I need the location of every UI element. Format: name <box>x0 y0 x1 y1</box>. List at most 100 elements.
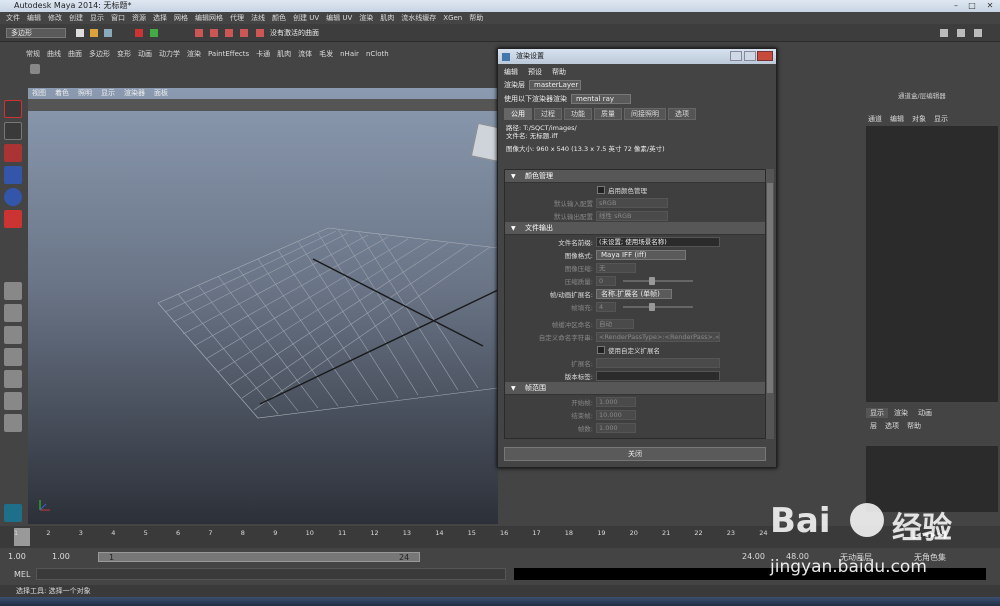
close-window-button[interactable]: ✕ <box>982 0 998 11</box>
menu-edit-mesh[interactable]: 编辑网格 <box>195 12 223 24</box>
settings-scroll-area[interactable]: 颜色管理 启用颜色管理 默认输入配置 sRGB 默认输出配置 线性 sRGB 文… <box>504 169 766 439</box>
range-bar[interactable]: 1 24 <box>98 552 420 562</box>
menu-assets[interactable]: 资源 <box>132 12 146 24</box>
layer-tab-render[interactable]: 渲染 <box>890 408 912 418</box>
layer-menu-help[interactable]: 帮助 <box>907 421 921 431</box>
sidebar-toggle-icon[interactable] <box>940 29 948 37</box>
channel-menu-show[interactable]: 显示 <box>934 114 948 124</box>
persp-outliner-layout-icon[interactable] <box>4 326 22 344</box>
menuset-dropdown[interactable]: 多边形 <box>6 28 66 38</box>
dialog-close-icon[interactable] <box>757 51 773 61</box>
scale-tool-icon[interactable] <box>4 210 22 228</box>
select-object-icon[interactable] <box>150 29 158 37</box>
tab-passes[interactable]: 过程 <box>534 108 562 120</box>
rotate-tool-icon[interactable] <box>4 188 22 206</box>
use-custom-ext-checkbox[interactable] <box>597 345 605 354</box>
dialog-menu-edit[interactable]: 编辑 <box>504 67 518 76</box>
tab-features[interactable]: 功能 <box>564 108 592 120</box>
shelf-tab-curves[interactable]: 曲线 <box>47 48 61 61</box>
channel-menu-object[interactable]: 对象 <box>912 114 926 124</box>
persp-graph-layout-icon[interactable] <box>4 348 22 366</box>
section-file-output[interactable]: 文件输出 <box>505 222 765 235</box>
frame-ext-dropdown[interactable]: 名称.扩展名 (单帧) <box>596 288 672 299</box>
shelf-tab-muscle[interactable]: 肌肉 <box>277 48 291 61</box>
scrollbar-thumb[interactable] <box>767 183 773 393</box>
shelf-tab-toon[interactable]: 卡通 <box>256 48 270 61</box>
shelf-tab-polygons[interactable]: 多边形 <box>89 48 110 61</box>
shelf-tab-ncloth[interactable]: nCloth <box>366 48 389 61</box>
shelf-tab-general[interactable]: 常规 <box>26 48 40 61</box>
tool-settings-icon[interactable] <box>974 29 982 37</box>
menu-help[interactable]: 帮助 <box>469 12 483 24</box>
layer-tab-anim[interactable]: 动画 <box>914 408 936 418</box>
select-tool-icon[interactable] <box>4 100 22 118</box>
close-button[interactable]: 关闭 <box>504 447 766 461</box>
maximize-button[interactable]: □ <box>964 0 980 11</box>
snap-curve-icon[interactable] <box>210 29 218 37</box>
range-start-field[interactable]: 1.00 <box>8 552 26 561</box>
paint-select-tool-icon[interactable] <box>4 144 22 162</box>
section-frame-range[interactable]: 帧范围 <box>505 382 765 395</box>
tab-quality[interactable]: 质量 <box>594 108 622 120</box>
menu-render[interactable]: 渲染 <box>359 12 373 24</box>
tab-common[interactable]: 公用 <box>504 108 532 120</box>
move-tool-icon[interactable] <box>4 166 22 184</box>
single-view-layout-icon[interactable] <box>4 282 22 300</box>
menu-create[interactable]: 创建 <box>69 12 83 24</box>
shelf-tab-fluids[interactable]: 流体 <box>298 48 312 61</box>
minimize-button[interactable]: – <box>948 0 964 11</box>
channel-box-area[interactable] <box>866 126 998 402</box>
menu-mesh[interactable]: 网格 <box>174 12 188 24</box>
four-view-layout-icon[interactable] <box>4 304 22 322</box>
image-format-dropdown[interactable]: Maya IFF (iff) <box>596 249 686 260</box>
dialog-menu-help[interactable]: 帮助 <box>552 67 566 76</box>
custom-layout-icon[interactable] <box>4 414 22 432</box>
dialog-menu-presets[interactable]: 预设 <box>528 67 542 76</box>
dialog-maximize-button[interactable] <box>744 51 756 61</box>
version-label-input[interactable] <box>596 370 720 381</box>
attribute-editor-icon[interactable] <box>957 29 965 37</box>
channel-menu-channels[interactable]: 通道 <box>868 114 882 124</box>
settings-scrollbar[interactable] <box>766 169 774 439</box>
shelf-tab-rendering[interactable]: 渲染 <box>187 48 201 61</box>
menu-file[interactable]: 文件 <box>6 12 20 24</box>
menu-proxy[interactable]: 代理 <box>230 12 244 24</box>
render-layer-dropdown[interactable]: masterLayer <box>529 80 581 90</box>
snap-point-icon[interactable] <box>225 29 233 37</box>
menu-select[interactable]: 选择 <box>153 12 167 24</box>
menu-muscle[interactable]: 肌肉 <box>380 12 394 24</box>
snap-grid-icon[interactable] <box>195 29 203 37</box>
open-scene-icon[interactable] <box>90 29 98 37</box>
channel-menu-edit[interactable]: 编辑 <box>890 114 904 124</box>
renderer-dropdown[interactable]: mental ray <box>571 94 631 104</box>
shelf-tab-deformation[interactable]: 变形 <box>117 48 131 61</box>
menu-edit-uv[interactable]: 编辑 UV <box>326 12 352 24</box>
layer-menu-options[interactable]: 选项 <box>885 421 899 431</box>
menu-modify[interactable]: 修改 <box>48 12 62 24</box>
persp-hypershade-layout-icon[interactable] <box>4 370 22 388</box>
perspective-viewport[interactable]: 视图 着色 照明 显示 渲染器 面板 <box>28 88 498 524</box>
layer-menu-layers[interactable]: 层 <box>870 421 877 431</box>
dialog-minimize-button[interactable] <box>730 51 742 61</box>
new-scene-icon[interactable] <box>76 29 84 37</box>
tab-options[interactable]: 选项 <box>668 108 696 120</box>
menu-color[interactable]: 颜色 <box>272 12 286 24</box>
playback-start-field[interactable]: 1.00 <box>52 552 70 561</box>
tab-indirect-lighting[interactable]: 间接照明 <box>624 108 666 120</box>
menu-pipeline-cache[interactable]: 流水线缓存 <box>401 12 436 24</box>
layer-tab-display[interactable]: 显示 <box>866 408 888 418</box>
section-color-management[interactable]: 颜色管理 <box>505 170 765 183</box>
shelf-tab-paint-effects[interactable]: PaintEffects <box>208 48 249 61</box>
menu-edit[interactable]: 编辑 <box>27 12 41 24</box>
mel-input[interactable] <box>36 568 506 580</box>
file-prefix-input[interactable]: (未设置; 使用场景名称) <box>596 236 720 247</box>
playback-end-field[interactable]: 24.00 <box>742 552 765 561</box>
snap-view-icon[interactable] <box>240 29 248 37</box>
shelf-tab-dynamics[interactable]: 动力学 <box>159 48 180 61</box>
shelf-tab-animation[interactable]: 动画 <box>138 48 152 61</box>
select-hierarchy-icon[interactable] <box>135 29 143 37</box>
shelf-tool-icon[interactable] <box>30 64 40 74</box>
save-scene-icon[interactable] <box>104 29 112 37</box>
enable-color-mgmt-checkbox[interactable] <box>597 185 605 194</box>
menu-xgen[interactable]: XGen <box>443 12 462 24</box>
